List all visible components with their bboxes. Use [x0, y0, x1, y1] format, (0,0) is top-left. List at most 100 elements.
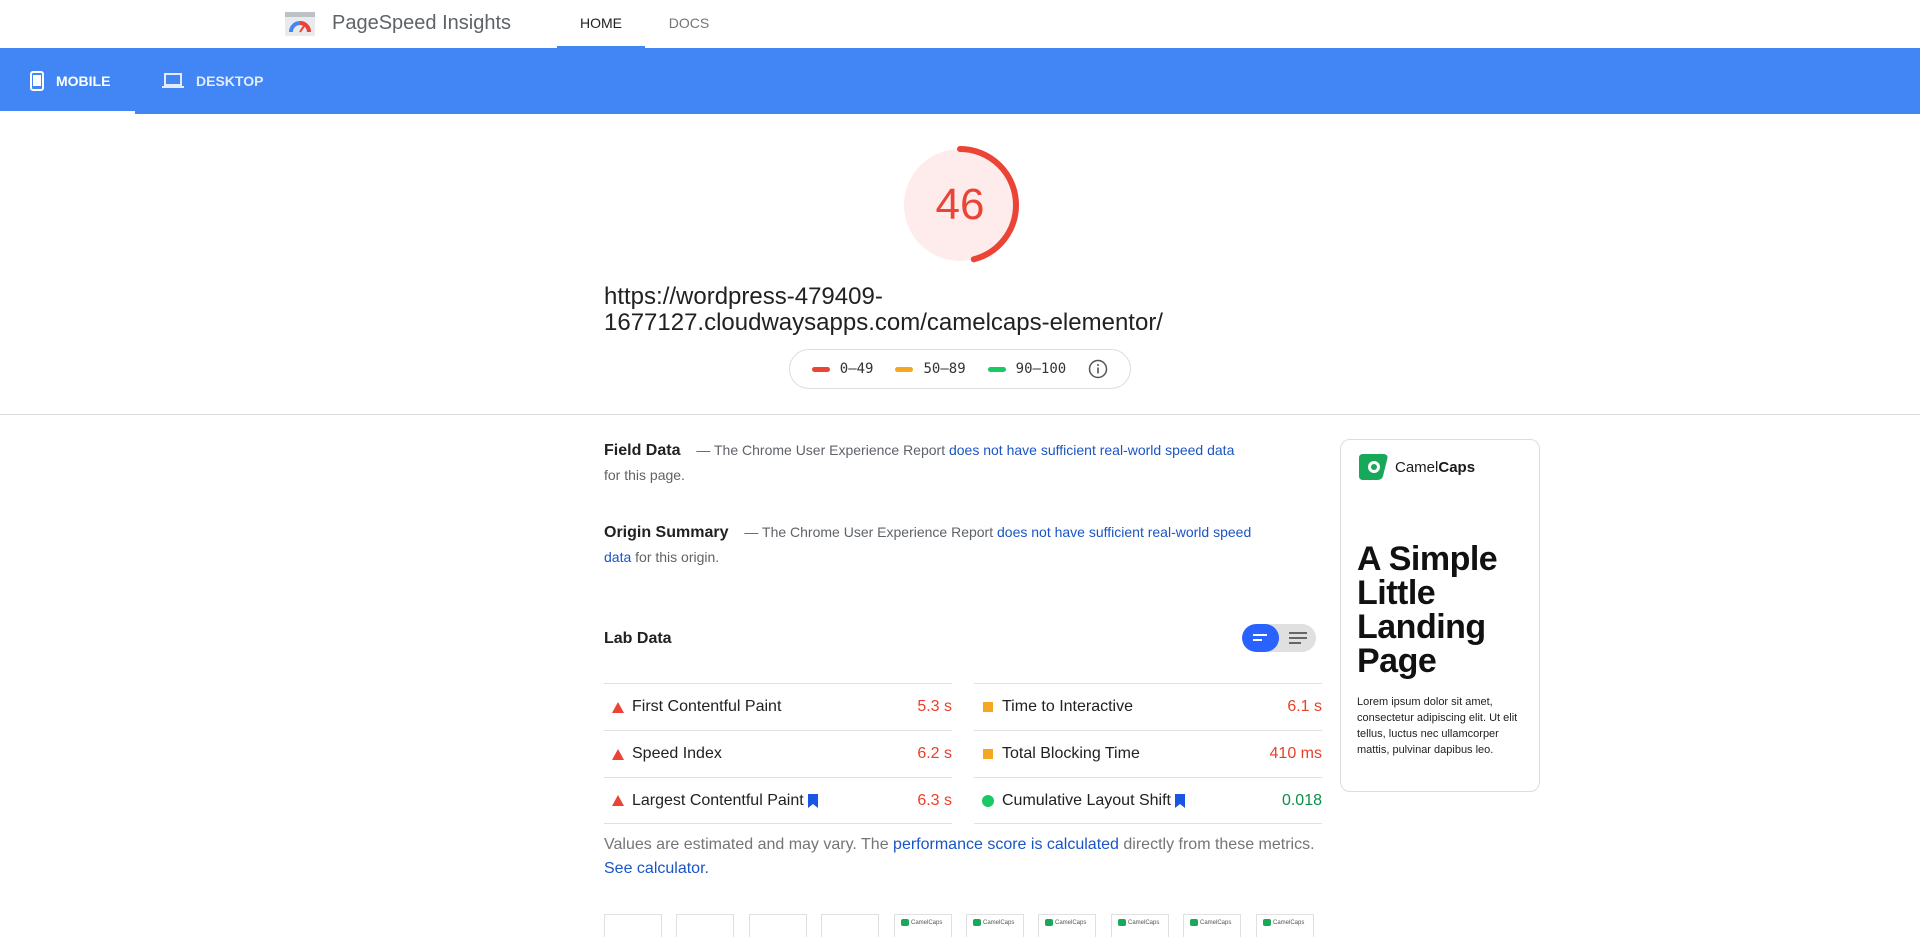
- metric-name: First Contentful Paint: [632, 698, 782, 715]
- filmstrip-mini-label: CamelCaps: [911, 919, 943, 926]
- legend-pass-label: 90–100: [1015, 361, 1067, 377]
- app-title[interactable]: PageSpeed Insights: [332, 12, 511, 35]
- top-header: PageSpeed Insights HOME DOCS: [0, 0, 1920, 48]
- note-text-2: directly from these metrics.: [1123, 836, 1315, 853]
- field-data-link[interactable]: does not have sufficient real-world spee…: [949, 442, 1234, 458]
- tab-desktop-label: DESKTOP: [196, 73, 264, 89]
- preview-brand-regular: Camel: [1395, 458, 1439, 476]
- tested-url: https://wordpress-479409- 1677127.cloudw…: [604, 284, 1204, 336]
- performance-score-value: 46: [935, 180, 985, 229]
- filmstrip-mini-label: CamelCaps: [1128, 919, 1160, 926]
- short-lines-icon: [1252, 634, 1267, 641]
- filmstrip-frame: CamelCaps: [1256, 914, 1314, 937]
- legend-fail-label: 0–49: [839, 361, 874, 377]
- metric-name: Total Blocking Time: [1002, 745, 1140, 762]
- metric-value: 6.1 s: [1287, 698, 1322, 715]
- metric-value: 6.3 s: [917, 791, 952, 809]
- preview-body: Lorem ipsum dolor sit amet, consectetur …: [1357, 696, 1518, 756]
- metric-name: Speed Index: [632, 745, 722, 762]
- metrics-view-toggle[interactable]: [1242, 624, 1316, 652]
- filmstrip-mini-label: CamelCaps: [1273, 919, 1305, 926]
- filmstrip-frame: CamelCaps: [1111, 914, 1169, 937]
- filmstrip-frame: CamelCaps: [1038, 914, 1096, 937]
- filmstrip-frame: [676, 914, 734, 937]
- field-data-section: Field Data — The Chrome User Experience …: [604, 438, 1254, 488]
- metric-fcp: First Contentful Paint 5.3 s: [604, 683, 952, 730]
- metric-lcp: Largest Contentful Paint 6.3 s: [604, 777, 952, 824]
- filmstrip-mini-logo: CamelCaps: [1190, 919, 1231, 926]
- pass-circle-icon: [982, 794, 994, 807]
- metric-value: 6.2 s: [917, 745, 952, 762]
- score-calculation-link[interactable]: performance score is calculated: [893, 836, 1119, 853]
- see-calculator-link[interactable]: See calculator.: [604, 860, 709, 877]
- average-square-icon: [983, 702, 993, 712]
- section-divider: [0, 414, 1920, 415]
- page-screenshot-preview: CamelCaps A Simple Little Landing Page L…: [1340, 439, 1540, 792]
- filmstrip-mini-logo: CamelCaps: [1263, 919, 1304, 926]
- filmstrip-frame: [749, 914, 807, 937]
- tab-mobile[interactable]: MOBILE: [0, 48, 135, 114]
- filmstrip-mini-logo: CamelCaps: [1045, 919, 1086, 926]
- toggle-summary-view[interactable]: [1242, 624, 1279, 652]
- tab-desktop[interactable]: DESKTOP: [132, 48, 272, 114]
- filmstrip-mini-logo: CamelCaps: [1118, 919, 1159, 926]
- long-lines-icon: [1288, 632, 1307, 644]
- nav-tab-home[interactable]: HOME: [557, 0, 645, 48]
- camelcaps-logo-icon: [1359, 454, 1388, 480]
- legend-fail: 0–49: [811, 361, 874, 377]
- average-dash-icon: [895, 366, 914, 372]
- tested-url-line-2: 1677127.cloudwaysapps.com/camelcaps-elem…: [604, 309, 1163, 336]
- filmstrip-frame: CamelCaps: [894, 914, 952, 937]
- preview-brand-bold: Caps: [1438, 458, 1476, 476]
- legend-average: 50–89: [895, 361, 966, 377]
- filmstrip-frame: [604, 914, 662, 937]
- pass-dash-icon: [987, 366, 1006, 372]
- field-data-suffix: for this page.: [604, 467, 685, 483]
- filmstrip-mini-label: CamelCaps: [983, 919, 1015, 926]
- metric-value: 5.3 s: [917, 698, 952, 715]
- legend-average-label: 50–89: [923, 361, 966, 377]
- bookmark-icon[interactable]: [1174, 793, 1185, 808]
- filmstrip-mini-logo: CamelCaps: [901, 919, 942, 926]
- metrics-left-column: First Contentful Paint 5.3 s Speed Index…: [604, 683, 952, 824]
- tab-mobile-label: MOBILE: [56, 73, 111, 89]
- estimate-note: Values are estimated and may vary. The p…: [604, 833, 1324, 881]
- fail-triangle-icon: [612, 701, 624, 713]
- score-legend: 0–49 50–89 90–100: [789, 349, 1131, 389]
- metric-value: 410 ms: [1269, 745, 1322, 762]
- origin-summary-suffix: for this origin.: [635, 549, 720, 565]
- fail-dash-icon: [811, 366, 830, 372]
- metric-name: Cumulative Layout Shift: [1002, 791, 1171, 809]
- nav-tab-docs[interactable]: DOCS: [645, 0, 733, 48]
- metric-name: Time to Interactive: [1002, 698, 1134, 715]
- bookmark-icon[interactable]: [807, 793, 818, 808]
- filmstrip-mini-label: CamelCaps: [1200, 919, 1232, 926]
- filmstrip-frame: CamelCaps: [966, 914, 1024, 937]
- origin-summary-prefix: — The Chrome User Experience Report: [744, 524, 994, 540]
- origin-summary-section: Origin Summary — The Chrome User Experie…: [604, 520, 1254, 570]
- metric-cls: Cumulative Layout Shift 0.018: [974, 777, 1322, 824]
- info-icon[interactable]: [1088, 359, 1108, 379]
- average-square-icon: [983, 749, 993, 759]
- metric-tti: Time to Interactive 6.1 s: [974, 683, 1322, 730]
- filmstrip-mini-label: CamelCaps: [1055, 919, 1087, 926]
- origin-summary-heading: Origin Summary: [604, 524, 729, 541]
- pagespeed-logo-icon[interactable]: [285, 12, 315, 36]
- metric-speed-index: Speed Index 6.2 s: [604, 730, 952, 777]
- legend-pass: 90–100: [987, 361, 1067, 377]
- preview-title: A Simple Little Landing Page: [1357, 540, 1498, 680]
- metric-tbt: Total Blocking Time 410 ms: [974, 730, 1322, 777]
- filmstrip-mini-logo: CamelCaps: [973, 919, 1014, 926]
- field-data-prefix: — The Chrome User Experience Report: [696, 442, 946, 458]
- phone-icon: [30, 71, 44, 91]
- toggle-detail-view[interactable]: [1279, 624, 1316, 652]
- tested-url-line-1: https://wordpress-479409-: [604, 283, 883, 310]
- fail-triangle-icon: [612, 748, 624, 760]
- metrics-right-column: Time to Interactive 6.1 s Total Blocking…: [974, 683, 1322, 824]
- preview-brand: CamelCaps: [1357, 454, 1523, 480]
- fail-triangle-icon: [612, 795, 624, 806]
- metric-name: Largest Contentful Paint: [632, 791, 804, 809]
- note-text-1: Values are estimated and may vary. The: [604, 836, 889, 853]
- lab-data-heading: Lab Data: [604, 630, 672, 647]
- laptop-icon: [162, 73, 184, 88]
